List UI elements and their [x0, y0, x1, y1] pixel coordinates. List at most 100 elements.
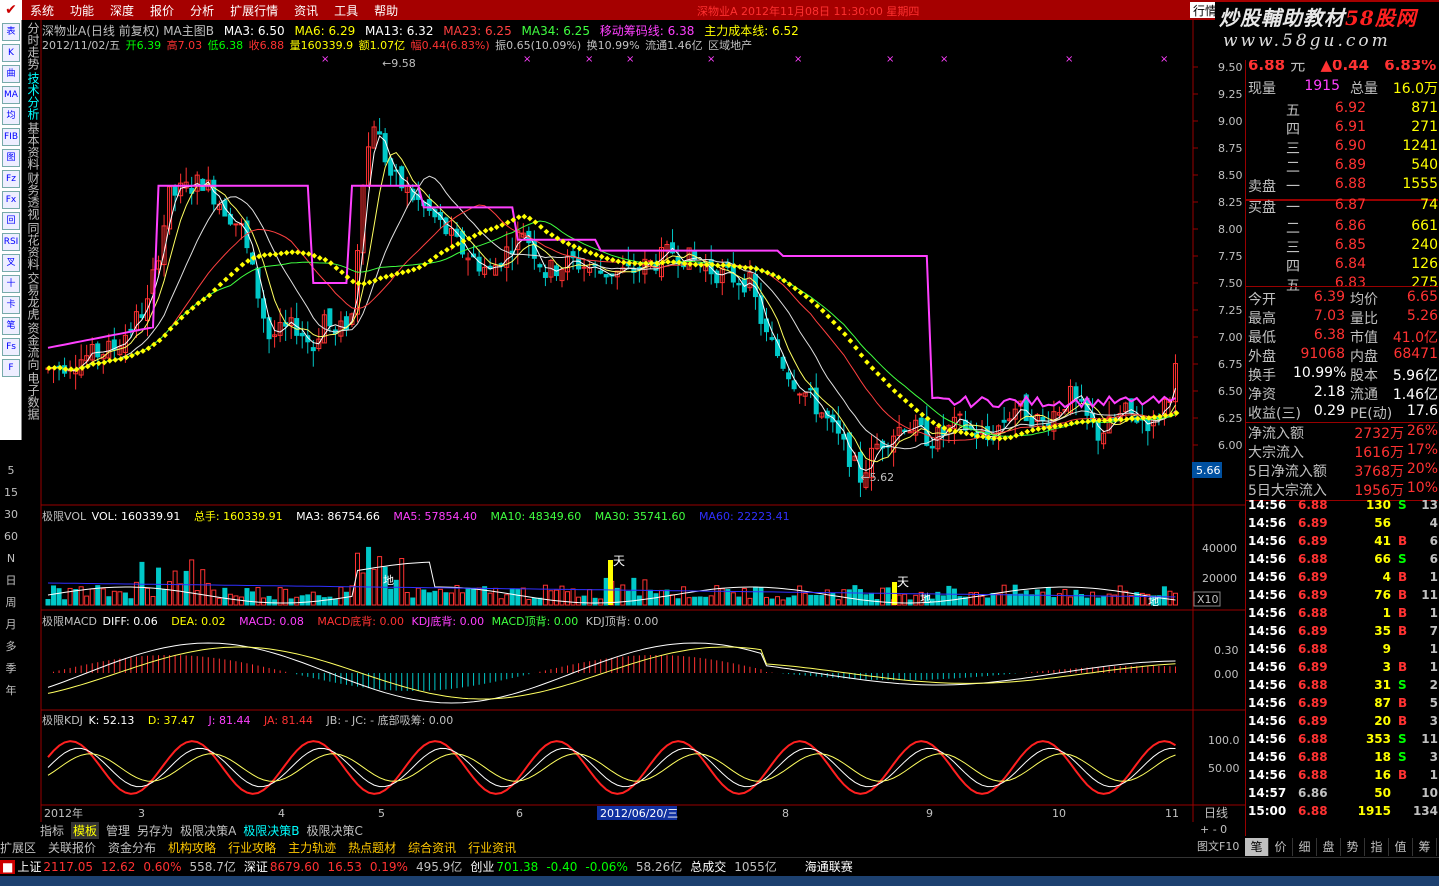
candle-body	[929, 445, 935, 449]
buy-row-4: 四 6.84 126	[1248, 256, 1438, 275]
right-tab-5[interactable]: 指	[1365, 838, 1389, 856]
tick-price: 6.89	[1298, 696, 1328, 710]
link-bar: 扩展区 关联报价 资金分布 机构攻略 行业攻略 主力轨迹 热点题材 综合资讯 行业资讯	[0, 839, 1245, 855]
sell-price: 6.90	[1334, 138, 1366, 154]
sell-volume: 271	[1411, 119, 1438, 135]
indicator-tab-1[interactable]: 模板	[71, 821, 100, 839]
macd-dea: DEA: 0.02	[171, 615, 226, 628]
stat-value: 0.29	[1313, 403, 1345, 419]
volume-bar	[504, 594, 510, 606]
right-tab-3[interactable]: 盘	[1317, 838, 1341, 856]
volume-bar	[758, 586, 764, 606]
stat-label: 内盘	[1350, 349, 1378, 365]
tick-row: 14:56 6.89 20 B 3	[1248, 714, 1438, 732]
volume-bar	[244, 588, 250, 606]
volume-bar	[874, 599, 880, 606]
time-tick-label: 2012/06/20/三	[600, 807, 678, 820]
right-tab-2[interactable]: 细	[1293, 838, 1317, 856]
link-4[interactable]: 行业攻略	[228, 839, 276, 856]
buy-volume: 74	[1420, 197, 1438, 213]
vol-ma60: MA60: 22223.41	[698, 510, 790, 523]
link-5[interactable]: 主力轨迹	[288, 839, 336, 856]
total-turnover-label: 总成交	[690, 860, 727, 874]
kdj-j-line	[47, 740, 1176, 795]
volume-bar	[321, 597, 327, 606]
tick-count: 6	[1429, 534, 1438, 548]
link-6[interactable]: 热点题材	[348, 839, 396, 856]
volume-bar	[775, 596, 781, 606]
volume-bar	[797, 585, 803, 606]
volume-bar	[548, 590, 554, 606]
candle-body	[128, 328, 134, 331]
tick-time: 14:56	[1248, 516, 1287, 530]
flow-row-1: 大宗流入 1616万 17%	[1248, 442, 1438, 461]
time-tick-label: 9	[926, 807, 933, 820]
link-0[interactable]: 扩展区	[0, 839, 36, 856]
signal-marker: ×	[1160, 54, 1168, 65]
kline-chart[interactable]: 9.50 9.25 9.00 8.75 8.50 8.25 8.00 7.75 7.50 7.25…	[0, 0, 1245, 836]
link-1[interactable]: 关联报价	[48, 839, 96, 856]
link-3[interactable]: 机构攻略	[168, 839, 216, 856]
chart-title: 深物业A(日线 前复权) MA主图B	[42, 24, 214, 38]
tick-time: 15:00	[1248, 804, 1287, 818]
vol-ma5: MA5: 57854.40	[393, 510, 478, 523]
flow-pct: 26%	[1406, 423, 1438, 439]
indicator-tab-5[interactable]: 极限决策B	[243, 822, 299, 839]
low-annotation: ←5.62	[860, 471, 894, 484]
volume-bar	[299, 595, 305, 606]
link-2[interactable]: 资金分布	[108, 839, 156, 856]
right-tab-6[interactable]: 值	[1389, 838, 1413, 856]
right-tab-0[interactable]: 笔	[1245, 838, 1269, 856]
buy-level: 四	[1286, 259, 1300, 275]
volume-bar	[448, 592, 454, 606]
volume-bar	[1062, 588, 1068, 606]
volume-bar	[194, 590, 200, 606]
cy-pct: -0.06%	[585, 859, 628, 874]
volume-bar	[692, 596, 698, 606]
indicator-tab-6[interactable]: 极限决策C	[307, 822, 363, 839]
info-amount: 额1.07亿	[358, 39, 406, 52]
tick-count: 4	[1429, 516, 1438, 530]
volume-bar	[736, 596, 742, 606]
volume-bar	[167, 581, 173, 606]
broker-link[interactable]: 海通联赛	[805, 858, 853, 875]
tick-time: 14:56	[1248, 696, 1287, 710]
cy-index: 701.38	[496, 859, 539, 874]
kdj-bottom-div: KDJ底背: 0.00	[411, 615, 485, 628]
volume-bar	[100, 588, 106, 606]
indicator-tab-4[interactable]: 极限决策A	[180, 822, 236, 839]
right-tab-1[interactable]: 价	[1269, 838, 1293, 856]
volume-bar	[1161, 586, 1167, 606]
watermark-url: www.58gu.com	[1223, 31, 1391, 51]
sz-pct: 0.19%	[369, 859, 408, 874]
link-7[interactable]: 综合资讯	[408, 839, 456, 856]
indicator-tab-0[interactable]: 指标	[40, 822, 64, 839]
tick-side: S	[1398, 732, 1407, 746]
kdj-j: J: 81.44	[208, 714, 251, 727]
volume-bar	[266, 595, 272, 606]
volume-bar	[415, 587, 421, 606]
tick-count: 13	[1421, 498, 1438, 512]
volume-bar	[426, 592, 432, 606]
tick-row: 14:56 6.89 3 B 1	[1248, 660, 1438, 678]
indicator-tab-3[interactable]: 另存为	[137, 822, 173, 839]
tick-volume: 353	[1365, 732, 1391, 746]
volume-bar	[471, 587, 477, 606]
tick-time: 14:56	[1248, 624, 1287, 638]
volume-bar	[288, 598, 294, 606]
volume-bar	[1034, 589, 1040, 606]
right-tab-4[interactable]: 势	[1341, 838, 1365, 856]
tick-time: 14:56	[1248, 588, 1287, 602]
volume-bar	[476, 587, 482, 606]
flow-value: 3768万	[1354, 464, 1404, 480]
ma34-label: MA34: 6.25	[521, 24, 590, 38]
price-tick-label: 8.50	[1218, 169, 1243, 182]
link-8[interactable]: 行业资讯	[468, 839, 516, 856]
kdj-tick-label: 50.00	[1208, 762, 1240, 775]
right-tab-7[interactable]: 筹	[1413, 838, 1437, 856]
volume-bar	[172, 570, 178, 606]
candle-body	[172, 185, 178, 196]
indicator-tab-2[interactable]: 管理	[106, 822, 130, 839]
candle-body	[233, 223, 239, 226]
volume-bar	[89, 588, 95, 606]
